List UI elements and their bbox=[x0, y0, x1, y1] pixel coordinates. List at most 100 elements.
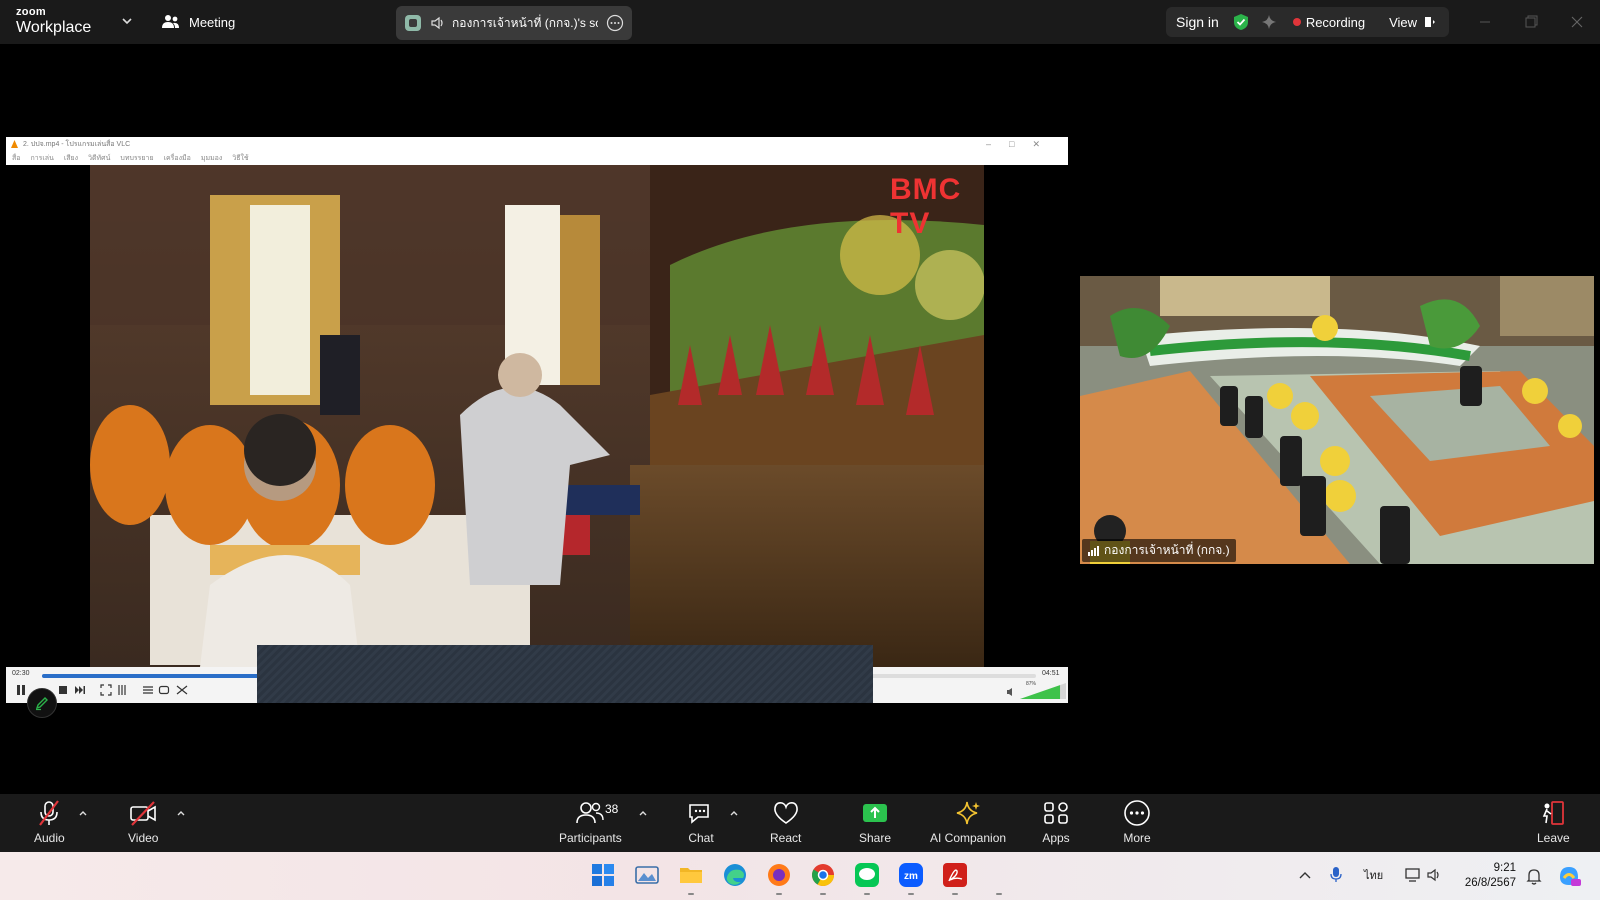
windows-start-icon[interactable] bbox=[590, 862, 616, 888]
video-options-caret-icon[interactable] bbox=[176, 808, 186, 818]
react-button[interactable]: React bbox=[770, 799, 801, 845]
vlc-menu-item[interactable]: การเล่น bbox=[30, 153, 53, 164]
next-icon[interactable] bbox=[74, 685, 86, 695]
file-explorer-icon[interactable] bbox=[678, 862, 704, 888]
share-button[interactable]: Share bbox=[859, 799, 891, 845]
chevron-down-icon[interactable] bbox=[120, 14, 134, 28]
total-time: 04:51 bbox=[1042, 670, 1060, 677]
volume-icon[interactable] bbox=[1006, 687, 1016, 697]
title-bar: zoom Workplace Meeting กองการเจ้าหน้าที่… bbox=[0, 0, 1600, 44]
clock-time: 9:21 bbox=[1493, 862, 1516, 874]
vlc-window-controls: –□✕ bbox=[986, 138, 1058, 149]
chat-label: Chat bbox=[688, 831, 714, 845]
zoom-app-icon[interactable]: zm bbox=[898, 862, 924, 888]
firefox-icon[interactable] bbox=[766, 862, 792, 888]
audio-label: Audio bbox=[34, 831, 65, 845]
participants-count: 38 bbox=[605, 802, 619, 816]
vlc-menu-item[interactable]: บทบรรยาย bbox=[120, 153, 153, 164]
pen-icon bbox=[35, 697, 48, 711]
stop-icon[interactable] bbox=[58, 685, 68, 695]
speaker-icon[interactable] bbox=[430, 16, 444, 30]
share-screen-icon bbox=[863, 804, 888, 822]
vlc-menu-item[interactable]: วิดีทัศน์ bbox=[88, 153, 110, 164]
line-icon[interactable] bbox=[854, 862, 880, 888]
volume-tray-icon[interactable] bbox=[1426, 867, 1442, 883]
camera-off-icon bbox=[130, 801, 157, 826]
language-indicator[interactable]: ไทย bbox=[1364, 866, 1383, 884]
brand-large: Workplace bbox=[16, 19, 92, 36]
vlc-menu-item[interactable]: วิธีใช้ bbox=[232, 153, 248, 164]
more-icon bbox=[1124, 800, 1150, 826]
vlc-menu-bar: สื่อ การเล่น เสียง วิดีทัศน์ บทบรรยาย เครื่อง… bbox=[6, 151, 1068, 165]
signal-strength-icon bbox=[1088, 545, 1099, 556]
sparkle-icon bbox=[956, 801, 981, 825]
brand-small: zoom bbox=[16, 6, 46, 18]
leave-button[interactable]: Leave bbox=[1537, 799, 1570, 845]
view-layout-icon[interactable] bbox=[1423, 15, 1437, 29]
fullscreen-icon[interactable] bbox=[100, 684, 112, 696]
apps-button[interactable]: Apps bbox=[1041, 799, 1071, 845]
restore-icon[interactable] bbox=[1521, 12, 1541, 32]
participants-icon bbox=[576, 802, 605, 824]
participant-video-tile[interactable]: กองการเจ้าหน้าที่ (กกจ.) bbox=[1080, 276, 1594, 564]
video-frame: BMC TV bbox=[90, 165, 984, 667]
pause-icon[interactable] bbox=[14, 683, 28, 697]
vlc-menu-item[interactable]: สื่อ bbox=[12, 153, 20, 164]
video-area: BMC TV bbox=[6, 165, 1068, 667]
more-label: More bbox=[1123, 831, 1151, 845]
shuffle-icon[interactable] bbox=[176, 684, 188, 696]
people-icon bbox=[162, 15, 179, 28]
running-indicator bbox=[952, 893, 958, 895]
participant-name: กองการเจ้าหน้าที่ (กกจ.) bbox=[1104, 543, 1230, 557]
chevron-up-icon[interactable] bbox=[1298, 869, 1312, 883]
meeting-menu-button[interactable]: Meeting bbox=[162, 11, 235, 33]
vlc-cone-icon bbox=[11, 139, 18, 148]
vlc-menu-item[interactable]: มุมมอง bbox=[201, 153, 222, 164]
equalizer-icon[interactable] bbox=[116, 684, 128, 696]
notification-bell-icon[interactable] bbox=[1526, 867, 1542, 885]
copilot-icon[interactable] bbox=[1556, 863, 1582, 889]
close-icon[interactable] bbox=[1567, 12, 1587, 32]
minimize-icon[interactable] bbox=[1475, 12, 1495, 32]
apps-label: Apps bbox=[1042, 831, 1070, 845]
shield-check-icon[interactable] bbox=[1233, 13, 1249, 31]
chat-button[interactable]: Chat bbox=[686, 799, 716, 845]
view-button[interactable]: View bbox=[1389, 15, 1417, 30]
participants-options-caret-icon[interactable] bbox=[638, 808, 648, 818]
audio-button[interactable]: Audio bbox=[34, 799, 65, 845]
more-options-icon[interactable] bbox=[606, 14, 624, 32]
channel-watermark: BMC TV bbox=[890, 173, 962, 240]
ai-companion-button[interactable]: AI Companion bbox=[930, 799, 1006, 845]
system-clock[interactable]: 9:21 26/8/2567 bbox=[1458, 861, 1516, 891]
ceremony-video-frame bbox=[90, 165, 984, 667]
network-icon[interactable] bbox=[1404, 867, 1422, 883]
vlc-window-title: 2. ปปจ.mp4 - โปรแกรมเล่นสื่อ VLC bbox=[23, 140, 131, 148]
video-button[interactable]: Video bbox=[128, 799, 158, 845]
chrome-icon[interactable] bbox=[810, 862, 836, 888]
share-status-icon bbox=[405, 15, 421, 31]
chat-options-caret-icon[interactable] bbox=[729, 808, 739, 818]
microphone-tray-icon[interactable] bbox=[1328, 866, 1344, 884]
volume-percent: 87% bbox=[1026, 681, 1037, 687]
vlc-menu-item[interactable]: เครื่องมือ bbox=[164, 153, 191, 164]
recording-dot-icon bbox=[1292, 18, 1301, 26]
ai-companion-label: AI Companion bbox=[930, 831, 1007, 845]
svg-text:zm: zm bbox=[904, 871, 918, 882]
playlist-icon[interactable] bbox=[142, 684, 154, 696]
loop-icon[interactable] bbox=[158, 684, 170, 696]
running-indicator bbox=[864, 893, 870, 895]
vlc-menu-item[interactable]: เสียง bbox=[64, 153, 78, 164]
sign-in-button[interactable]: Sign in bbox=[1176, 14, 1219, 30]
acrobat-icon[interactable] bbox=[942, 862, 968, 888]
annotate-pen-button[interactable] bbox=[27, 688, 57, 718]
photos-icon[interactable] bbox=[634, 862, 660, 888]
meeting-label: Meeting bbox=[189, 14, 236, 30]
screen-share-indicator[interactable]: กองการเจ้าหน้าที่ (กกจ.)'s scree bbox=[396, 6, 632, 40]
shared-screen-window: 2. ปปจ.mp4 - โปรแกรมเล่นสื่อ VLC –□✕ สื่… bbox=[6, 137, 1068, 703]
edge-icon[interactable] bbox=[722, 862, 748, 888]
more-button[interactable]: More bbox=[1122, 799, 1152, 845]
audio-options-caret-icon[interactable] bbox=[78, 808, 88, 818]
ai-sparkle-icon[interactable] bbox=[1261, 13, 1279, 31]
recording-label[interactable]: Recording bbox=[1306, 15, 1365, 30]
meeting-room-video bbox=[1080, 276, 1594, 564]
